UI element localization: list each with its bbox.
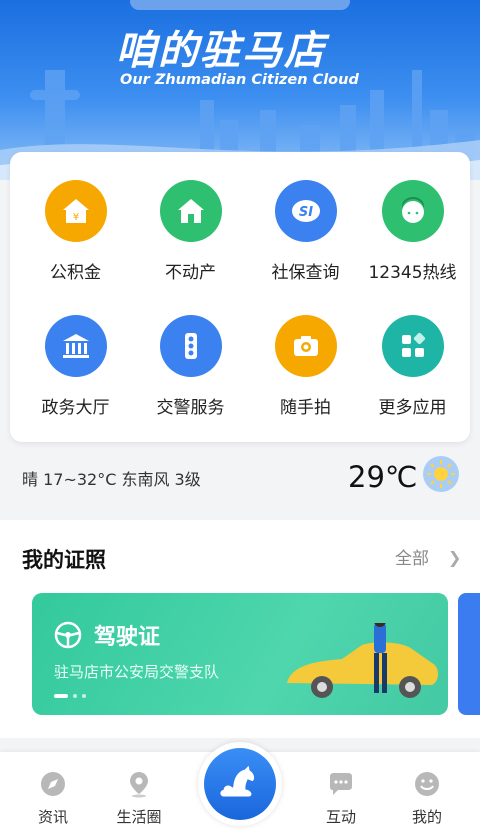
chevron-right-icon[interactable]: ❯: [448, 548, 461, 567]
section-title: 我的证照: [22, 548, 106, 572]
service-label: 更多应用: [378, 398, 447, 418]
service-label: 政务大厅: [41, 398, 110, 418]
car-illustration: [287, 623, 438, 698]
service-social-security[interactable]: SI 社保查询: [248, 180, 363, 283]
service-label: 随手拍: [280, 398, 331, 418]
app-title: 咱的驻马店: [116, 28, 326, 74]
horse-cloud-logo: [204, 748, 276, 820]
service-snapshot[interactable]: 随手拍: [248, 315, 363, 418]
traffic-light-icon: [159, 315, 222, 377]
service-traffic-police[interactable]: 交警服务: [133, 315, 248, 418]
service-government-hall[interactable]: 政务大厅: [18, 315, 133, 418]
sun-icon: [423, 456, 459, 492]
steering-wheel-icon: [54, 621, 82, 649]
current-temperature: 29℃: [348, 460, 418, 494]
nav-life-circle[interactable]: 生活圈: [104, 770, 174, 827]
compass-icon: [41, 772, 65, 796]
service-real-estate[interactable]: 不动产: [133, 180, 248, 283]
nav-label: 互动: [325, 808, 356, 826]
bottom-nav: 资讯 生活圈 互动 我的: [0, 742, 480, 838]
svg-text:¥: ¥: [72, 212, 78, 223]
nav-mine[interactable]: 我的: [392, 770, 462, 827]
service-housing-fund[interactable]: ¥ 公积金: [18, 180, 133, 283]
service-hotline[interactable]: 12345热线: [355, 180, 470, 283]
nav-label: 生活圈: [116, 808, 162, 826]
more-apps-icon: [381, 315, 444, 377]
camera-icon: [274, 315, 337, 377]
service-label: 公积金: [50, 263, 101, 283]
svg-text:SI: SI: [298, 205, 312, 220]
nav-interaction[interactable]: 互动: [306, 770, 376, 827]
weather-description: 晴 17~32°C 东南风 3级: [22, 470, 201, 489]
government-hall-icon: [44, 315, 107, 377]
next-license-card[interactable]: [458, 593, 480, 715]
service-label: 12345热线: [368, 263, 457, 283]
my-licenses-section: 我的证照 全部 ❯ 驾驶证 驻马店市公安局交警支队: [0, 520, 480, 738]
nav-label: 我的: [411, 808, 442, 826]
view-all-link[interactable]: 全部: [395, 544, 429, 569]
house-icon: [159, 180, 222, 242]
chat-icon: [330, 773, 352, 795]
smile-icon: [415, 772, 439, 796]
service-label: 社保查询: [271, 263, 340, 283]
search-bar-hint[interactable]: [130, 0, 350, 10]
card-pager-dots: [54, 694, 86, 698]
service-more-apps[interactable]: 更多应用: [355, 315, 470, 418]
app-subtitle: Our Zhumadian Citizen Cloud: [120, 72, 359, 88]
hotline-icon: [381, 180, 444, 242]
service-label: 不动产: [165, 263, 216, 283]
nav-news[interactable]: 资讯: [18, 770, 88, 827]
license-issuer: 驻马店市公安局交警支队: [54, 663, 220, 681]
location-icon: [130, 772, 148, 798]
nav-label: 资讯: [37, 808, 68, 826]
services-card: ¥ 公积金 不动产 SI 社保查询 12345热线 政务大厅 交警服务 随手拍 …: [10, 152, 470, 442]
driver-license-card[interactable]: 驾驶证 驻马店市公安局交警支队: [32, 593, 448, 715]
nav-home[interactable]: [198, 742, 282, 826]
service-label: 交警服务: [156, 398, 225, 418]
housing-fund-icon: ¥: [44, 180, 107, 242]
license-name: 驾驶证: [94, 625, 161, 650]
weather-row: 晴 17~32°C 东南风 3级 29℃: [0, 448, 480, 508]
social-security-icon: SI: [274, 180, 337, 242]
